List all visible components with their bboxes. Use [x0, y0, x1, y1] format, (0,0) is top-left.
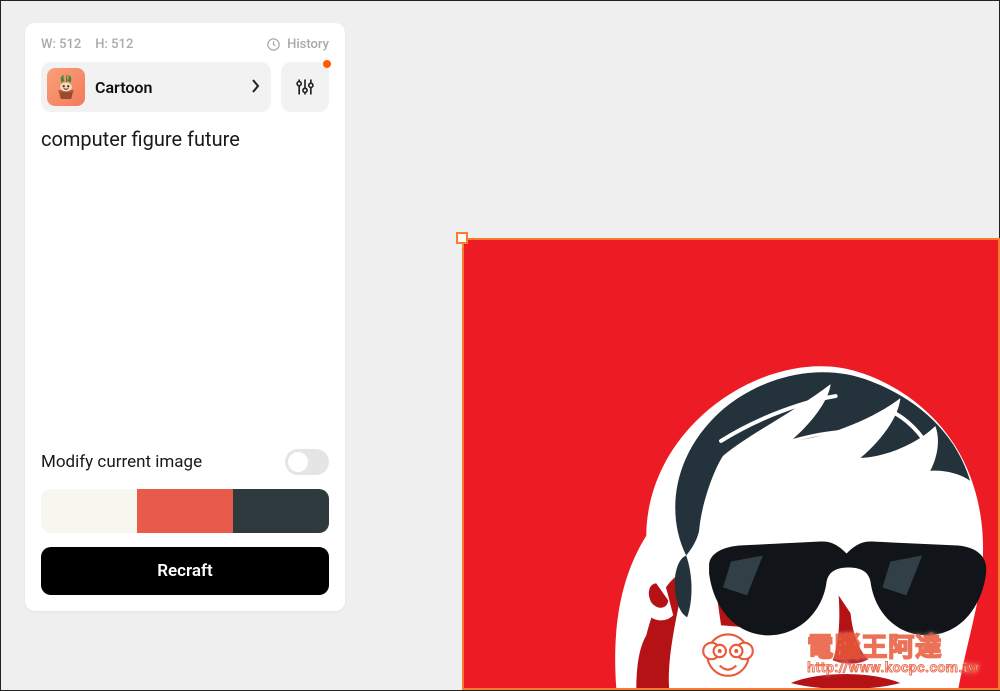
settings-badge-icon	[323, 60, 331, 68]
modify-toggle[interactable]	[285, 449, 329, 475]
clock-icon	[266, 37, 281, 52]
recraft-button[interactable]: Recraft	[41, 547, 329, 595]
swatch-1[interactable]	[41, 489, 137, 533]
style-label: Cartoon	[95, 78, 241, 97]
sliders-icon	[295, 77, 315, 97]
generation-panel: W: 512 H: 512 History Cartoon	[25, 23, 345, 611]
width-readout: W: 512	[41, 37, 81, 52]
style-row: Cartoon	[41, 62, 329, 112]
selection-handle-nw[interactable]	[456, 232, 468, 244]
style-thumbnail	[47, 68, 85, 106]
swatch-3[interactable]	[233, 489, 329, 533]
dimensions-readout: W: 512 H: 512	[41, 37, 133, 52]
panel-top-row: W: 512 H: 512 History	[41, 37, 329, 52]
swatch-2[interactable]	[137, 489, 233, 533]
height-readout: H: 512	[95, 37, 133, 52]
prompt-text[interactable]: computer figure future	[41, 126, 329, 153]
history-label: History	[287, 37, 329, 52]
settings-button[interactable]	[281, 62, 329, 112]
style-selector[interactable]: Cartoon	[41, 62, 271, 112]
plant-pot-icon	[51, 72, 81, 102]
color-palette[interactable]	[41, 489, 329, 533]
toggle-knob-icon	[288, 452, 308, 472]
recraft-label: Recraft	[157, 561, 213, 581]
history-button[interactable]: History	[266, 37, 329, 52]
modify-row: Modify current image	[41, 449, 329, 475]
modify-label: Modify current image	[41, 452, 202, 472]
canvas-image[interactable]	[462, 238, 1000, 690]
chevron-right-icon	[251, 78, 261, 97]
